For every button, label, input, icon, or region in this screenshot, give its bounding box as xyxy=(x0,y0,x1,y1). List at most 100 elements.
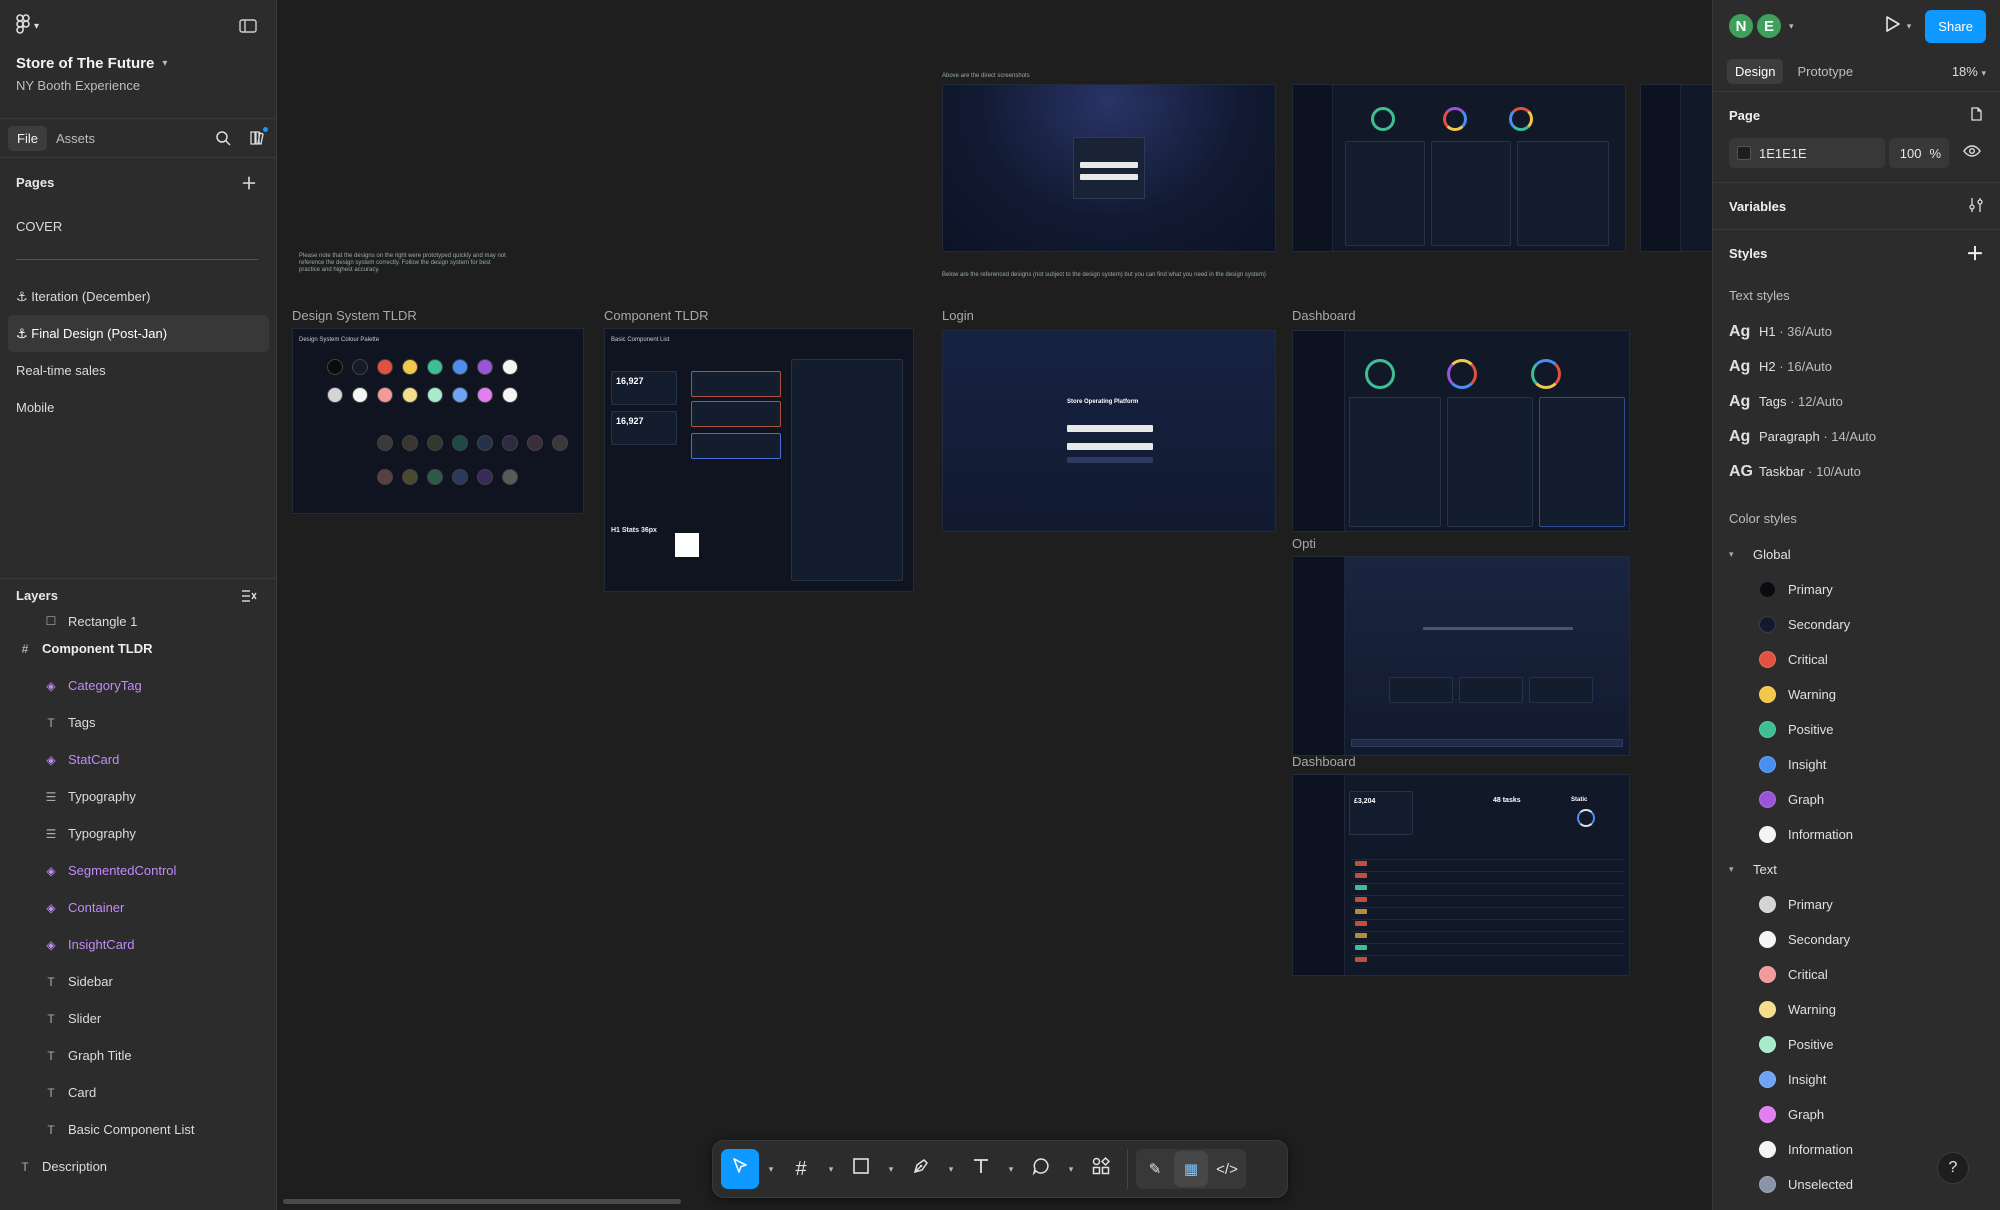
page-color-swatch[interactable] xyxy=(1737,146,1751,160)
frame-tool-menu-icon[interactable]: ▾ xyxy=(821,1149,841,1189)
add-style-icon[interactable]: ＋ xyxy=(1966,240,1984,266)
color-style-item[interactable]: Graph xyxy=(1729,782,1984,817)
library-icon[interactable] xyxy=(245,126,269,150)
color-style-item[interactable]: Primary xyxy=(1729,572,1984,607)
tab-assets[interactable]: Assets xyxy=(47,126,104,151)
color-style-item[interactable]: Information xyxy=(1729,817,1984,852)
screenshot-login[interactable] xyxy=(942,84,1276,252)
pen-tool-button[interactable] xyxy=(903,1149,939,1189)
layer-item[interactable]: T Sidebar xyxy=(0,963,277,1000)
layer-item[interactable]: T Card xyxy=(0,1074,277,1111)
layer-item[interactable]: T Description xyxy=(0,1148,277,1185)
page-color-field[interactable]: 1E1E1E xyxy=(1729,138,1885,168)
move-tool-menu-icon[interactable]: ▾ xyxy=(761,1149,781,1189)
collapse-layers-icon[interactable] xyxy=(237,584,261,608)
tab-file[interactable]: File xyxy=(8,125,47,151)
shape-tool-button[interactable] xyxy=(843,1149,879,1189)
horizontal-scrollbar[interactable] xyxy=(283,1199,681,1204)
frame-login[interactable]: Store Operating Platform xyxy=(942,330,1276,532)
toggle-sidebar-icon[interactable] xyxy=(236,14,260,38)
search-icon[interactable] xyxy=(211,126,235,150)
page-item-final-design[interactable]: ⚓ Final Design (Post-Jan) xyxy=(8,315,269,352)
color-style-item[interactable]: Critical xyxy=(1729,957,1984,992)
color-style-item[interactable]: Warning xyxy=(1729,677,1984,712)
frame-label-component[interactable]: Component TLDR xyxy=(604,308,709,323)
actions-button[interactable] xyxy=(1083,1149,1119,1189)
export-icon[interactable] xyxy=(1968,106,1984,125)
layer-item[interactable]: ◈ SegmentedControl xyxy=(0,852,277,889)
frame-design-system[interactable]: Design System Colour Palette xyxy=(292,328,584,514)
canvas[interactable]: Please note that the designs on the righ… xyxy=(278,0,1712,1210)
color-style-item[interactable]: Insight xyxy=(1729,747,1984,782)
page-item-iteration[interactable]: ⚓ Iteration (December) xyxy=(8,278,269,315)
text-tool-button[interactable] xyxy=(963,1149,999,1189)
text-style-item[interactable]: Ag H2 · 16/Auto xyxy=(1729,349,1984,384)
color-style-item[interactable]: Positive xyxy=(1729,712,1984,747)
layer-item[interactable]: T Slider xyxy=(0,1000,277,1037)
text-tool-menu-icon[interactable]: ▾ xyxy=(1001,1149,1021,1189)
chevron-down-icon[interactable]: ▾ xyxy=(1789,21,1794,32)
avatar[interactable]: E xyxy=(1755,12,1783,40)
layer-item[interactable]: T Graph Title xyxy=(0,1037,277,1074)
frame-label-login[interactable]: Login xyxy=(942,308,974,323)
layer-item[interactable]: ☰ Typography xyxy=(0,815,277,852)
comment-tool-button[interactable] xyxy=(1023,1149,1059,1189)
page-opacity-field[interactable]: 100 % xyxy=(1889,138,1949,168)
frame-tool-button[interactable]: # xyxy=(783,1149,819,1189)
avatar[interactable]: N xyxy=(1727,12,1755,40)
frame-label-opti[interactable]: Opti xyxy=(1292,536,1316,551)
share-button[interactable]: Share xyxy=(1925,9,1986,43)
frame-dashboard[interactable] xyxy=(1292,330,1630,532)
frame-label-dashboard[interactable]: Dashboard xyxy=(1292,308,1356,323)
frame-opti[interactable] xyxy=(1292,556,1630,756)
help-button[interactable]: ? xyxy=(1937,1152,1969,1184)
text-style-item[interactable]: Ag Tags · 12/Auto xyxy=(1729,384,1984,419)
present-button[interactable]: ▾ xyxy=(1885,15,1911,38)
tab-design[interactable]: Design xyxy=(1727,59,1784,84)
text-style-item[interactable]: AG Taskbar · 10/Auto xyxy=(1729,454,1984,489)
color-group-text[interactable]: ▾ Text xyxy=(1729,852,1984,887)
pen-tool-menu-icon[interactable]: ▾ xyxy=(941,1149,961,1189)
text-style-item[interactable]: Ag Paragraph · 14/Auto xyxy=(1729,419,1984,454)
comment-tool-menu-icon[interactable]: ▾ xyxy=(1061,1149,1081,1189)
shape-tool-menu-icon[interactable]: ▾ xyxy=(881,1149,901,1189)
screenshot-dashboard-partial[interactable] xyxy=(1640,84,1712,252)
color-style-item[interactable]: Warning xyxy=(1729,992,1984,1027)
layer-item[interactable]: # Component TLDR xyxy=(0,630,277,667)
design-mode-button[interactable]: ▦ xyxy=(1174,1151,1208,1187)
layer-item[interactable]: ◈ Container xyxy=(0,889,277,926)
color-style-item[interactable]: Primary xyxy=(1729,887,1984,922)
add-page-icon[interactable]: ＋ xyxy=(237,170,261,194)
move-tool-button[interactable] xyxy=(721,1149,759,1189)
color-style-item[interactable]: Graph xyxy=(1729,1097,1984,1132)
layer-item[interactable]: T Basic Component List xyxy=(0,1111,277,1148)
layer-item[interactable]: ◈ CategoryTag xyxy=(0,667,277,704)
layer-item[interactable]: ☐ Rectangle 1 xyxy=(0,612,277,630)
main-menu-button[interactable]: ▾ xyxy=(16,13,39,39)
screenshot-dashboard[interactable] xyxy=(1292,84,1626,252)
layer-item[interactable]: ◈ StatCard xyxy=(0,741,277,778)
frame-dashboard-2[interactable]: £3,204 48 tasks Static xyxy=(1292,774,1630,976)
layer-item[interactable]: ☰ Typography xyxy=(0,778,277,815)
frame-label-dashboard-2[interactable]: Dashboard xyxy=(1292,754,1356,769)
eye-icon[interactable] xyxy=(1963,144,1981,163)
color-style-item[interactable]: Insight xyxy=(1729,1062,1984,1097)
project-title[interactable]: Store of The Future ▾ xyxy=(0,52,276,74)
variables-settings-icon[interactable] xyxy=(1968,197,1984,216)
layer-item[interactable]: T Tags xyxy=(0,704,277,741)
color-style-item[interactable]: Positive xyxy=(1729,1027,1984,1062)
frame-component[interactable]: Basic Component List 16,927 16,927 H1 St… xyxy=(604,328,914,592)
page-item-real-time-sales[interactable]: Real-time sales xyxy=(8,352,269,389)
color-group-global[interactable]: ▾ Global xyxy=(1729,537,1984,572)
color-style-item[interactable]: Secondary xyxy=(1729,922,1984,957)
color-style-item[interactable]: Critical xyxy=(1729,642,1984,677)
layer-item[interactable]: ◈ InsightCard xyxy=(0,926,277,963)
zoom-control[interactable]: 18% ▾ xyxy=(1952,64,1986,79)
dev-mode-button[interactable]: </> xyxy=(1210,1151,1244,1187)
frame-label-design-system[interactable]: Design System TLDR xyxy=(292,308,417,323)
page-item-cover[interactable]: COVER xyxy=(8,208,269,245)
color-style-item[interactable]: Secondary xyxy=(1729,607,1984,642)
text-style-item[interactable]: Ag H1 · 36/Auto xyxy=(1729,314,1984,349)
tab-prototype[interactable]: Prototype xyxy=(1789,59,1861,84)
draw-mode-button[interactable]: ✎ xyxy=(1138,1151,1172,1187)
